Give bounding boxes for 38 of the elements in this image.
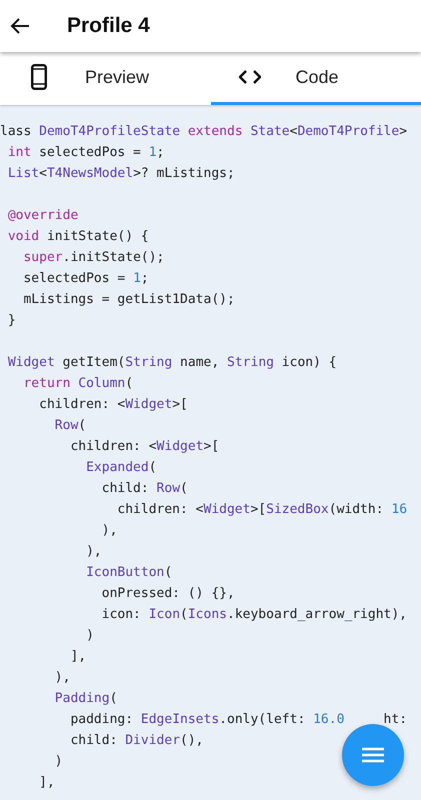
back-arrow-icon [10, 17, 30, 35]
code-line: mListings = getList1Data(); [22, 292, 235, 307]
code-line: void initState() { [6, 229, 149, 244]
code-line: icon: Icon(Icons.keyboard_arrow_right), [100, 607, 408, 622]
tab[interactable]: Preview [0, 52, 210, 105]
code-line: ) [85, 628, 94, 643]
code-line: Padding( [54, 691, 118, 706]
code-line: padding: EdgeInsets.only(left: 16.0 ht: [69, 712, 408, 727]
code-line: super.initState(); [22, 250, 164, 265]
code-line: ), [100, 523, 118, 538]
code-line: } [6, 313, 16, 328]
menu-icon [362, 747, 384, 763]
code-line: IconButton( [85, 565, 172, 580]
code-line: int selectedPos = 1; [6, 145, 164, 160]
code-line: @override [6, 208, 78, 223]
code-line: ), [85, 544, 102, 559]
menu-fab[interactable] [342, 724, 404, 786]
phone-icon [31, 64, 47, 90]
code-line: child: Divider(), [69, 733, 204, 748]
code-line: return Column( [22, 376, 134, 391]
page-title: Profile 4 [67, 13, 150, 40]
code-line: selectedPos = 1; [22, 271, 149, 286]
code-line: ) [54, 754, 63, 769]
code-line: children: <Widget>[ [38, 397, 188, 412]
code-line: ), [54, 670, 70, 685]
code-line: child: Row( [100, 481, 188, 496]
code-line: Row( [54, 418, 86, 433]
code-line: children: <Widget>[SizedBox(width: 16 [116, 502, 408, 517]
code-line: ], [69, 649, 86, 664]
tab[interactable]: Code [210, 52, 421, 105]
code-line: ], [38, 775, 55, 790]
code-icon [238, 70, 260, 84]
code-line: onPressed: () {}, [100, 586, 235, 601]
code-line: Expanded( [85, 460, 157, 475]
code-line: children: <Widget>[ [69, 439, 220, 454]
code-line: lass DemoT4ProfileState extends State<DemoT4Profile> [0, 124, 408, 139]
code-line: List<T4NewsModel>? mListings; [6, 166, 235, 181]
code-line: Widget getItem(String name, String icon) { [6, 355, 337, 370]
